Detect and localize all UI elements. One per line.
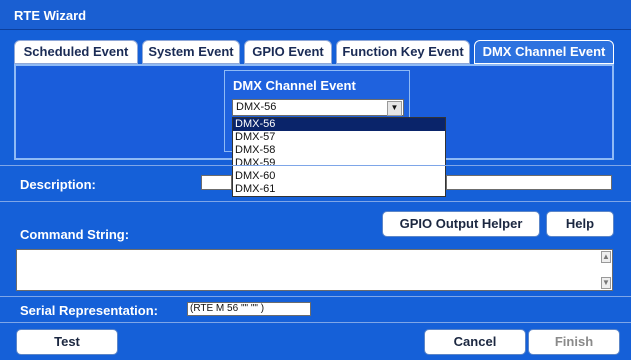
- serial-representation-label: Serial Representation:: [20, 303, 158, 318]
- serial-representation-field: (RTE M 56 "" "" ): [187, 302, 311, 316]
- title-bar: RTE Wizard: [0, 0, 631, 30]
- tab-system-event[interactable]: System Event: [142, 40, 240, 64]
- dmx-channel-dropdown-list[interactable]: DMX-56 DMX-57 DMX-58 DMX-59 DMX-60 DMX-6…: [232, 117, 446, 197]
- command-string-label: Command String:: [20, 227, 130, 242]
- gpio-output-helper-button[interactable]: GPIO Output Helper: [382, 211, 540, 237]
- separator: [0, 322, 631, 323]
- cancel-button[interactable]: Cancel: [424, 329, 526, 355]
- dmx-option[interactable]: DMX-56: [233, 118, 445, 131]
- tab-dmx-channel-event[interactable]: DMX Channel Event: [474, 40, 614, 64]
- separator: [0, 201, 631, 202]
- window-title: RTE Wizard: [14, 8, 87, 23]
- help-button[interactable]: Help: [546, 211, 614, 237]
- dmx-group-title: DMX Channel Event: [233, 78, 356, 93]
- separator: [0, 165, 631, 166]
- finish-button[interactable]: Finish: [528, 329, 620, 355]
- test-button[interactable]: Test: [16, 329, 118, 355]
- dmx-channel-select[interactable]: DMX-56 ▼: [232, 99, 404, 116]
- description-label: Description:: [20, 177, 96, 192]
- tab-scheduled-event[interactable]: Scheduled Event: [14, 40, 138, 64]
- tab-function-key-event[interactable]: Function Key Event: [336, 40, 470, 64]
- dmx-option[interactable]: DMX-57: [233, 131, 445, 144]
- scroll-down-icon[interactable]: ▼: [601, 277, 611, 289]
- description-input[interactable]: [201, 175, 232, 190]
- dmx-option[interactable]: DMX-58: [233, 144, 445, 157]
- description-input-right[interactable]: [446, 175, 612, 190]
- tab-gpio-event[interactable]: GPIO Event: [244, 40, 332, 64]
- chevron-down-icon[interactable]: ▼: [387, 101, 402, 116]
- separator: [0, 296, 631, 297]
- dmx-option[interactable]: DMX-59: [233, 157, 445, 170]
- dmx-option[interactable]: DMX-60: [233, 170, 445, 183]
- dmx-option[interactable]: DMX-61: [233, 183, 445, 196]
- command-string-textarea[interactable]: ▲ ▼: [16, 249, 613, 291]
- dmx-selected-value: DMX-56: [236, 101, 277, 113]
- serial-representation-value: (RTE M 56 "" "" ): [190, 303, 265, 314]
- scroll-up-icon[interactable]: ▲: [601, 251, 611, 263]
